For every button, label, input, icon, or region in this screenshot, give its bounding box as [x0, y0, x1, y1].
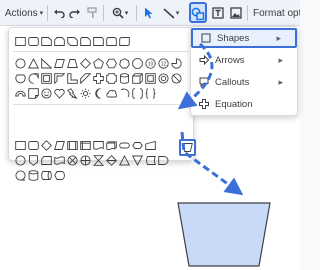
- annotation-arrow-to-trapezoid: [177, 42, 214, 110]
- inserted-trapezoid-shape: [177, 202, 271, 267]
- annotation-arrow-to-canvas: [180, 131, 244, 196]
- annotation-overlay: [177, 42, 271, 267]
